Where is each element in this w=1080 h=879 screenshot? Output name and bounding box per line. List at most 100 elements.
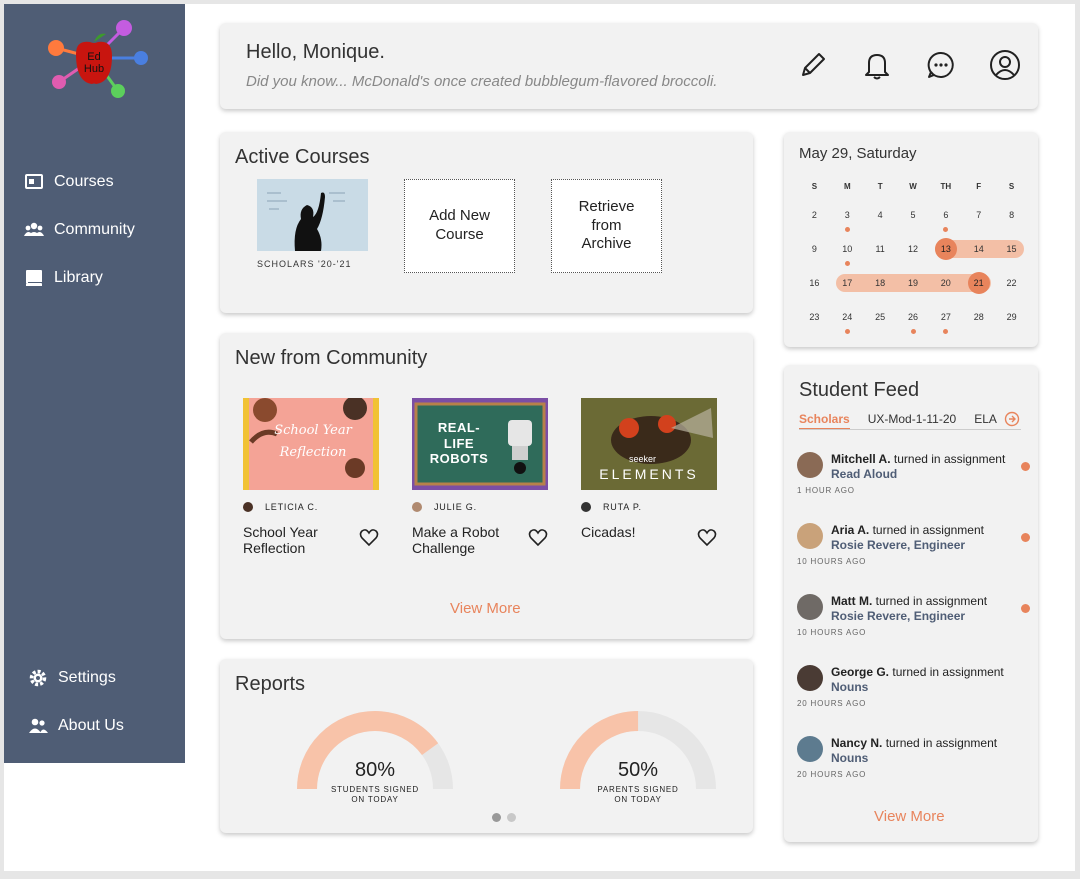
community-item[interactable]: seeker ELEMENTS RUTA P. Cicadas!	[581, 398, 717, 547]
calendar-day[interactable]: 21	[967, 272, 990, 294]
course-thumbnail[interactable]	[257, 179, 368, 251]
feed-timestamp: 10 HOURS AGO	[797, 628, 867, 637]
calendar-day[interactable]: 19	[897, 272, 930, 294]
student-feed-card: Student Feed Scholars UX-Mod-1-11-20 ELA…	[784, 365, 1038, 842]
arrow-right-circle-icon[interactable]	[1004, 411, 1020, 427]
tab-scholars[interactable]: Scholars	[799, 412, 850, 430]
event-dot	[844, 329, 850, 334]
calendar-day[interactable]: 27	[929, 306, 962, 334]
image-caption: School Year Reflection	[274, 423, 352, 461]
calendar-day[interactable]: 17	[831, 272, 864, 294]
sidebar-item-community[interactable]: Community	[24, 220, 135, 240]
student-feed-title: Student Feed	[799, 379, 920, 401]
event-dot	[910, 329, 916, 334]
calendar-day[interactable]: 28	[962, 306, 995, 328]
author-name: RUTA P.	[603, 502, 642, 512]
feed-action-text: turned in assignment	[875, 594, 988, 608]
heart-icon[interactable]	[528, 528, 548, 548]
sidebar-item-label: Community	[54, 221, 135, 238]
tab-ela[interactable]: ELA	[974, 412, 997, 430]
calendar-day[interactable]: 14	[962, 238, 995, 260]
calendar-day[interactable]: 10	[831, 238, 864, 266]
unread-dot	[1021, 604, 1030, 613]
assignment-link[interactable]: Nouns	[831, 751, 868, 765]
calendar-day[interactable]: 7	[962, 204, 995, 226]
sidebar-item-courses[interactable]: Courses	[24, 172, 114, 192]
calendar-day-number: 21	[973, 278, 984, 288]
gauge-label-line: ON TODAY	[351, 794, 399, 804]
feed-timestamp: 20 HOURS AGO	[797, 699, 867, 708]
assignment-link[interactable]: Read Aloud	[831, 467, 897, 481]
calendar-day[interactable]: 18	[864, 272, 897, 294]
calendar-day[interactable]: 13	[934, 238, 957, 260]
calendar-day-number: 22	[1006, 278, 1017, 288]
calendar-day[interactable]: 2	[798, 204, 831, 226]
calendar-day[interactable]: 26	[897, 306, 930, 334]
calendar-day-number: 13	[940, 244, 951, 254]
community-item[interactable]: REAL-LIFE ROBOTS JULIE G. Make a Robot C…	[412, 398, 548, 556]
calendar-weekday: TH	[940, 182, 952, 191]
feed-item-text: Mitchell A. turned in assignment	[831, 452, 1005, 466]
courses-icon	[25, 174, 43, 189]
bell-icon[interactable]	[861, 49, 893, 81]
active-courses-title: Active Courses	[235, 146, 370, 168]
students-gauge: 80% STUDENTS SIGNED ON TODAY	[295, 699, 455, 804]
calendar-week-row: 2 3 4 5 6 7 8	[798, 198, 1028, 232]
community-item[interactable]: School Year Reflection LETICIA C. School…	[243, 398, 379, 556]
profile-icon[interactable]	[989, 49, 1021, 81]
student-name: Nancy N.	[831, 736, 883, 750]
add-course-button[interactable]: Add New Course	[404, 179, 515, 273]
calendar-day[interactable]: 24	[831, 306, 864, 334]
student-name: Mitchell A.	[831, 452, 891, 466]
header-card: Hello, Monique. Did you know... McDonald…	[220, 23, 1038, 109]
calendar-day[interactable]: 22	[995, 272, 1028, 294]
calendar-day[interactable]: 3	[831, 204, 864, 232]
calendar-day[interactable]: 11	[864, 238, 897, 260]
assignment-link[interactable]: Nouns	[831, 680, 868, 694]
sidebar-item-library[interactable]: Library	[24, 268, 103, 288]
avatar	[797, 594, 823, 620]
sidebar-item-label: Settings	[58, 669, 116, 686]
calendar-day-number: 19	[907, 278, 918, 288]
calendar-day[interactable]: 12	[897, 238, 930, 260]
community-item-title: School Year Reflection	[243, 524, 318, 557]
calendar-day[interactable]: 15	[995, 238, 1028, 260]
calendar-day[interactable]: 6	[929, 204, 962, 232]
calendar-day[interactable]: 9	[798, 238, 831, 260]
tab-ux-mod[interactable]: UX-Mod-1-11-20	[868, 412, 956, 430]
calendar-day[interactable]: 8	[995, 204, 1028, 226]
calendar-day[interactable]: 4	[864, 204, 897, 226]
avatar	[797, 452, 823, 478]
assignment-link[interactable]: Rosie Revere, Engineer	[831, 609, 965, 623]
calendar-day[interactable]: 20	[929, 272, 962, 294]
calendar-day-number: 5	[910, 210, 916, 220]
pencil-icon[interactable]	[797, 49, 829, 81]
calendar-day[interactable]: 29	[995, 306, 1028, 328]
carousel-dot[interactable]	[492, 813, 501, 822]
assignment-link[interactable]: Rosie Revere, Engineer	[831, 538, 965, 552]
gauge-percent: 50%	[617, 759, 659, 781]
carousel-dot[interactable]	[507, 813, 516, 822]
chat-icon[interactable]	[925, 49, 957, 81]
calendar-day[interactable]: 23	[798, 306, 831, 328]
calendar-day-number: 3	[844, 210, 850, 220]
gauge-label-line: STUDENTS SIGNED	[330, 785, 419, 794]
sidebar-item-settings[interactable]: Settings	[28, 668, 116, 688]
course-image	[257, 179, 368, 251]
community-card: New from Community School Year Reflectio…	[220, 333, 753, 639]
heart-icon[interactable]	[697, 528, 717, 548]
calendar-day[interactable]: 5	[897, 204, 930, 226]
unread-dot	[1021, 533, 1030, 542]
community-item-title: Cicadas!	[581, 524, 636, 540]
heart-icon[interactable]	[359, 528, 379, 548]
reports-title: Reports	[235, 673, 306, 695]
author: LETICIA C.	[243, 502, 379, 512]
calendar-weekday-row: S M T W TH F S	[798, 176, 1028, 198]
retrieve-archive-button[interactable]: Retrieve from Archive	[551, 179, 662, 273]
calendar-day[interactable]: 25	[864, 306, 897, 328]
sidebar-item-about-us[interactable]: About Us	[28, 716, 124, 736]
feed-view-more-link[interactable]: View More	[874, 808, 945, 825]
calendar-day[interactable]: 16	[798, 272, 831, 294]
calendar-day-number: 23	[809, 312, 820, 322]
community-view-more-link[interactable]: View More	[450, 600, 521, 617]
